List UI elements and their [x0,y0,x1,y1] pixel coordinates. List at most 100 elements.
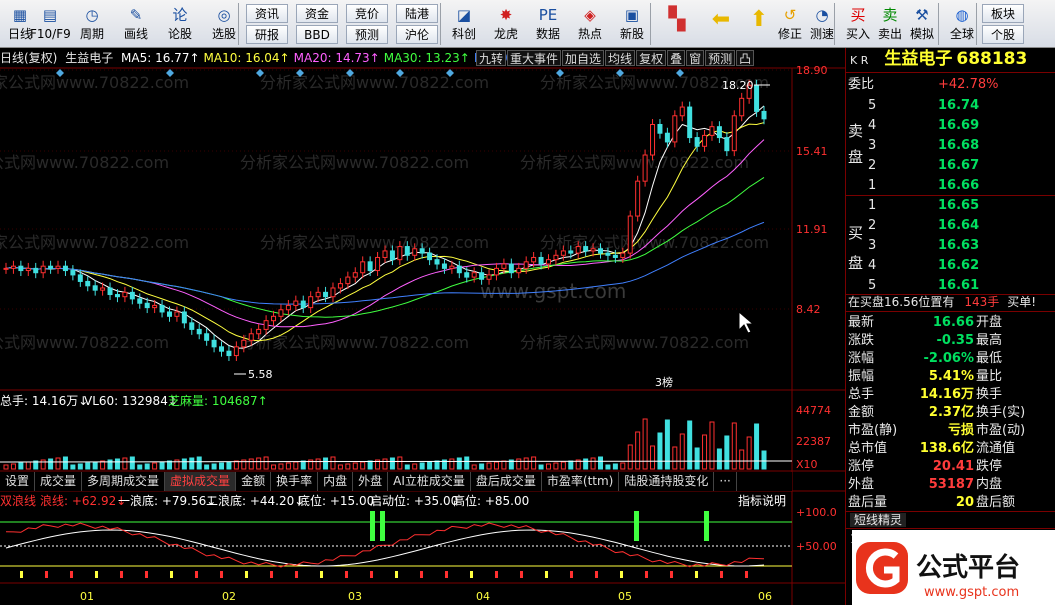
indicator-bottom-tick [220,571,223,578]
sell-price[interactable]: 16.74 [938,96,979,115]
panel-divider [846,72,1055,73]
volume-bar [256,457,262,470]
candle-body [114,294,120,298]
sell-price[interactable]: 16.67 [938,156,979,175]
indicator-help-button[interactable]: 指标说明 [738,493,786,508]
volume-bar [672,446,678,470]
dragon-tiger-button[interactable]: ✸ 龙虎 [486,2,526,46]
candle-body [605,252,611,256]
sell-price[interactable]: 16.68 [938,136,979,155]
toolbar-tab-1[interactable]: 资金 [296,4,338,23]
candle-body [25,267,31,272]
quote-value: -2.06% [923,351,975,366]
tab-8[interactable]: AI立桩成交量 [388,472,471,491]
tab-10[interactable]: 市盈率(ttm) [542,472,620,491]
volume-bar [40,459,46,470]
quote-row-4: 总手 14.16万 换手 [846,385,1055,404]
indicator-axis-label: +100.0 [796,506,837,519]
indicator-bottom-tick [20,571,23,578]
indicator-bottom-tick [145,571,148,578]
volume-bar [77,463,83,470]
volume-bar [657,432,663,470]
up-arrow-icon: ⬆ [749,7,769,32]
tab-7[interactable]: 外盘 [353,472,389,491]
month-label: 03 [348,590,362,603]
candle-body [404,246,410,256]
buy-price[interactable]: 16.65 [938,196,979,215]
buy-price[interactable]: 16.63 [938,236,979,255]
hammer-button[interactable]: ⚒ 模拟 [902,2,942,46]
toolbar-tab-8[interactable]: 板块 [982,4,1024,23]
sell-price[interactable]: 16.66 [938,176,979,195]
toolbar-tab-9[interactable]: 个股 [982,25,1024,44]
f10-button[interactable]: ▤ F10/F9 [30,2,71,46]
toolbar-separator [650,3,651,45]
toolbar-tab-4[interactable]: 研报 [246,25,288,44]
quote-right-label: 开盘 [976,315,1003,330]
candle-body [204,333,210,341]
candle-body [531,256,537,263]
data-button[interactable]: PE 数据 [528,2,568,46]
new-stock-button[interactable]: ▣ 新股 [612,2,652,46]
clock-button[interactable]: ◷ 周期 [72,2,112,46]
candle-body [189,322,195,330]
candle-body [568,250,574,254]
volume-bar [754,423,760,470]
quote-row-8: 涨停 20.41 跌停 [846,457,1055,476]
sprite-header: 短线精灵 [846,511,1055,529]
kechuang-button[interactable]: ◪ 科创 [444,2,484,46]
candle-body [598,248,604,254]
volume-bar [404,464,410,470]
toolbar-tab-2[interactable]: 竞价 [346,4,388,23]
toolbar-tab-0[interactable]: 资讯 [246,4,288,23]
candle-body [271,315,277,322]
volume-bar [679,433,685,470]
tab-3[interactable]: 虚拟成交量 [165,472,237,491]
volume-bar [345,463,351,470]
tab-0[interactable]: 设置 [0,472,36,491]
candle-body [337,283,343,289]
quote-label: 涨跌 [848,333,875,348]
speed-test-button[interactable]: ◔ 测速 [802,2,842,46]
sprite-title[interactable]: 短线精灵 [850,513,907,527]
candle-body [479,272,485,280]
tab-2[interactable]: 多周期成交量 [82,472,166,491]
toolbar-tab-5[interactable]: BBD [296,25,338,44]
month-label: 06 [758,590,772,603]
indicator-bottom-tick [95,571,98,578]
color-grid-button[interactable]: ▚ [660,2,694,46]
candle-body [516,267,522,274]
tab-4[interactable]: 金额 [236,472,272,491]
back-arrow-button[interactable]: ⬅ [704,2,738,46]
volume-bar [516,458,522,470]
candle-body [308,296,314,309]
volume-bar [114,458,120,470]
volume-bar [635,431,641,470]
sell-row-1: 1 16.66 [846,176,1055,195]
toolbar-tab-6[interactable]: 预测 [346,25,388,44]
tab-12[interactable]: ··· [714,472,737,491]
up-arrow-button[interactable]: ⬆ [742,2,776,46]
hotspot-button[interactable]: ◈ 热点 [570,2,610,46]
indicator-gaowei: 高位: +85.00 [453,493,529,508]
sell-price[interactable]: 16.69 [938,116,979,135]
volume-bar [694,447,700,470]
buy-price[interactable]: 16.62 [938,256,979,275]
toolbar-tab-7[interactable]: 沪伦 [396,25,438,44]
correct-icon: ↺ [783,6,797,24]
buy-price[interactable]: 16.64 [938,216,979,235]
tab-5[interactable]: 换手率 [271,472,319,491]
toolbar-tab-3[interactable]: 陆港 [396,4,438,23]
panel-divider [846,311,1055,312]
tab-1[interactable]: 成交量 [35,472,83,491]
discuss-button[interactable]: 论论股 [160,2,200,46]
speed-test-icon: ◔ [815,6,829,24]
volume-bar [389,457,395,470]
indicator-erlangdi: 二浪底: +44.20↓ [206,493,304,508]
candle-body [315,291,321,298]
quote-value: 20 [955,495,974,510]
tab-11[interactable]: 陆股通持股变化 [619,472,715,491]
tab-6[interactable]: 内盘 [318,472,354,491]
tab-9[interactable]: 盘后成交量 [471,472,542,491]
pencil-button[interactable]: ✎ 画线 [116,2,156,46]
